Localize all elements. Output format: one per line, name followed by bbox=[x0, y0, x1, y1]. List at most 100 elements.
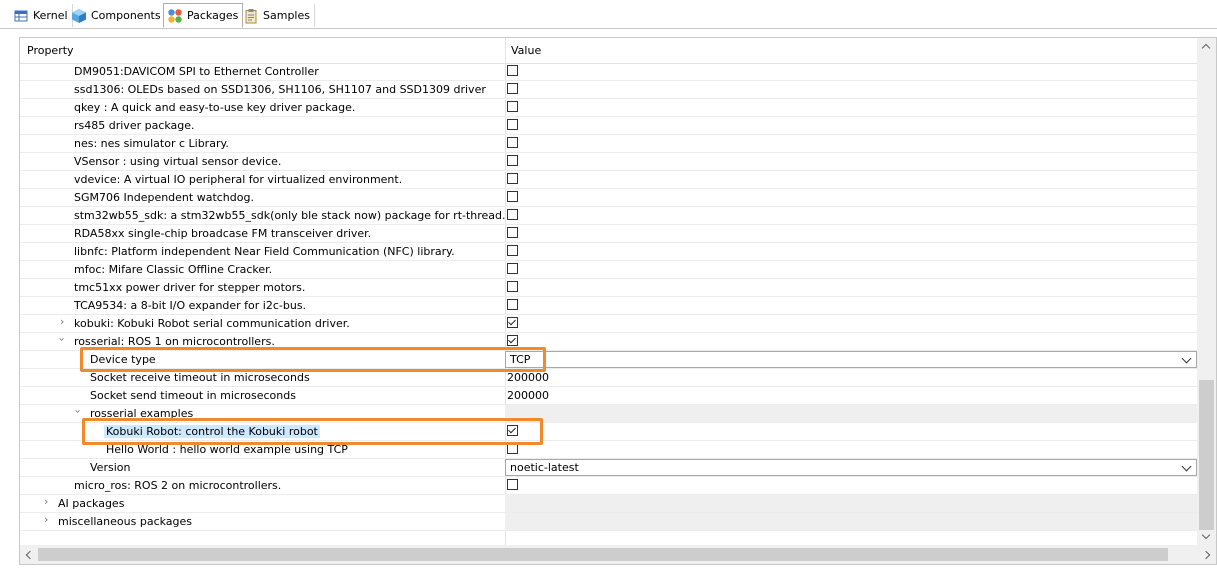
table-row-kobuki-robot-example[interactable]: Kobuki Robot: control the Kobuki robot bbox=[20, 423, 1197, 441]
row-label: AI packages bbox=[58, 497, 125, 510]
value-text[interactable]: 200000 bbox=[507, 371, 549, 384]
scroll-left-button[interactable] bbox=[20, 545, 37, 564]
table-row-miscellaneous[interactable]: › miscellaneous packages bbox=[20, 513, 1197, 531]
tab-kernel-label: Kernel bbox=[33, 9, 68, 22]
row-label: TCA9534: a 8-bit I/O expander for i2c-bu… bbox=[74, 299, 307, 312]
dropdown-value: noetic-latest bbox=[510, 461, 579, 474]
row-label: Hello World : hello world example using … bbox=[106, 443, 348, 456]
row-label: micro_ros: ROS 2 on microcontrollers. bbox=[74, 479, 282, 492]
chevron-left-icon bbox=[25, 550, 35, 560]
checkbox[interactable] bbox=[507, 245, 518, 256]
table-row-rosserial[interactable]: › rosserial: ROS 1 on microcontrollers. bbox=[20, 333, 1197, 351]
table-row[interactable]: RDA58xx single-chip broadcase FM transce… bbox=[20, 225, 1197, 243]
checkbox[interactable] bbox=[507, 335, 518, 346]
value-text[interactable]: 200000 bbox=[507, 389, 549, 402]
tab-components[interactable]: Components bbox=[68, 4, 166, 27]
editor-tab-bar: Kernel Components Packages Samples bbox=[0, 0, 1217, 29]
table-row[interactable]: ssd1306: OLEDs based on SSD1306, SH1106,… bbox=[20, 81, 1197, 99]
row-label: RDA58xx single-chip broadcase FM transce… bbox=[74, 227, 372, 240]
row-label: Version bbox=[90, 461, 131, 474]
cube-icon bbox=[71, 8, 87, 24]
row-label: ssd1306: OLEDs based on SSD1306, SH1106,… bbox=[74, 83, 486, 96]
table-row[interactable]: SGM706 Independent watchdog. bbox=[20, 189, 1197, 207]
row-label: Device type bbox=[90, 353, 156, 366]
tab-kernel[interactable]: Kernel bbox=[10, 4, 73, 27]
checkbox[interactable] bbox=[507, 191, 518, 202]
row-label: kobuki: Kobuki Robot serial communicatio… bbox=[74, 317, 350, 330]
table-row[interactable]: TCA9534: a 8-bit I/O expander for i2c-bu… bbox=[20, 297, 1197, 315]
row-label: Socket receive timeout in microseconds bbox=[90, 371, 310, 384]
row-label-wrap: Kobuki Robot: control the Kobuki robot bbox=[104, 425, 320, 438]
table-row[interactable]: qkey : A quick and easy-to-use key drive… bbox=[20, 99, 1197, 117]
checkbox[interactable] bbox=[507, 443, 518, 454]
chevron-down-icon bbox=[1181, 353, 1192, 364]
table-row[interactable]: vdevice: A virtual IO peripheral for vir… bbox=[20, 171, 1197, 189]
checkbox[interactable] bbox=[507, 155, 518, 166]
tab-components-label: Components bbox=[91, 9, 161, 22]
scroll-right-button[interactable] bbox=[1199, 545, 1216, 564]
row-label: libnfc: Platform independent Near Field … bbox=[74, 245, 455, 258]
table-row[interactable]: nes: nes simulator c Library. bbox=[20, 135, 1197, 153]
table-row[interactable]: mfoc: Mifare Classic Offline Cracker. bbox=[20, 261, 1197, 279]
checkbox[interactable] bbox=[507, 119, 518, 130]
checkbox[interactable] bbox=[507, 317, 518, 328]
scroll-down-button[interactable] bbox=[1197, 529, 1216, 546]
row-label: vdevice: A virtual IO peripheral for vir… bbox=[74, 173, 403, 186]
horizontal-scrollbar[interactable] bbox=[20, 545, 1216, 564]
checkbox[interactable] bbox=[507, 227, 518, 238]
checkbox[interactable] bbox=[507, 425, 518, 436]
vertical-scroll-thumb[interactable] bbox=[1199, 380, 1214, 530]
expand-chevron-icon[interactable]: › bbox=[44, 513, 48, 526]
row-label: rosserial: ROS 1 on microcontrollers. bbox=[74, 335, 275, 348]
row-label: VSensor : using virtual sensor device. bbox=[74, 155, 282, 168]
expand-chevron-icon[interactable]: › bbox=[44, 495, 48, 508]
chevron-up-icon bbox=[1201, 43, 1211, 53]
table-row[interactable]: libnfc: Platform independent Near Field … bbox=[20, 243, 1197, 261]
table-row-device-type[interactable]: Device type TCP bbox=[20, 351, 1197, 369]
expand-chevron-icon[interactable]: › bbox=[60, 315, 64, 328]
collapse-chevron-icon[interactable]: › bbox=[72, 409, 85, 413]
table-row[interactable]: VSensor : using virtual sensor device. bbox=[20, 153, 1197, 171]
checkbox[interactable] bbox=[507, 173, 518, 184]
scroll-up-button[interactable] bbox=[1197, 38, 1216, 55]
tab-samples-label: Samples bbox=[263, 9, 310, 22]
checkbox[interactable] bbox=[507, 299, 518, 310]
table-row[interactable]: Hello World : hello world example using … bbox=[20, 441, 1197, 459]
dropdown-value: TCP bbox=[510, 353, 531, 366]
value-column-header[interactable]: Value bbox=[511, 44, 541, 57]
tab-samples[interactable]: Samples bbox=[240, 4, 315, 27]
row-label: DM9051:DAVICOM SPI to Ethernet Controlle… bbox=[74, 65, 319, 78]
row-label: rosserial examples bbox=[90, 407, 194, 420]
checkbox[interactable] bbox=[507, 101, 518, 112]
tab-packages-label: Packages bbox=[187, 9, 239, 22]
table-row-rosserial-examples[interactable]: › rosserial examples bbox=[20, 405, 1197, 423]
checkbox[interactable] bbox=[507, 263, 518, 274]
table-row-kobuki[interactable]: › kobuki: Kobuki Robot serial communicat… bbox=[20, 315, 1197, 333]
table-row[interactable]: tmc51xx power driver for stepper motors. bbox=[20, 279, 1197, 297]
chevron-down-icon bbox=[1181, 461, 1192, 472]
table-row[interactable]: stm32wb55_sdk: a stm32wb55_sdk(only ble … bbox=[20, 207, 1197, 225]
row-label: tmc51xx power driver for stepper motors. bbox=[74, 281, 306, 294]
checkbox[interactable] bbox=[507, 209, 518, 220]
table-row[interactable]: micro_ros: ROS 2 on microcontrollers. bbox=[20, 477, 1197, 495]
checkbox[interactable] bbox=[507, 479, 518, 490]
horizontal-scroll-thumb[interactable] bbox=[38, 548, 1168, 561]
table-row[interactable]: Socket send timeout in microseconds 2000… bbox=[20, 387, 1197, 405]
checkbox[interactable] bbox=[507, 65, 518, 76]
checkbox[interactable] bbox=[507, 83, 518, 94]
table-row-ai-packages[interactable]: › AI packages bbox=[20, 495, 1197, 513]
checkbox[interactable] bbox=[507, 281, 518, 292]
table-row[interactable]: rs485 driver package. bbox=[20, 117, 1197, 135]
device-type-dropdown[interactable]: TCP bbox=[505, 351, 1197, 368]
table-row-version[interactable]: Version noetic-latest bbox=[20, 459, 1197, 477]
checkbox[interactable] bbox=[507, 137, 518, 148]
clipboard-icon bbox=[243, 8, 259, 24]
vertical-scrollbar[interactable] bbox=[1197, 38, 1216, 546]
row-label: SGM706 Independent watchdog. bbox=[74, 191, 254, 204]
version-dropdown[interactable]: noetic-latest bbox=[505, 459, 1197, 476]
table-row[interactable]: DM9051:DAVICOM SPI to Ethernet Controlle… bbox=[20, 63, 1197, 81]
collapse-chevron-icon[interactable]: › bbox=[56, 337, 69, 341]
table-row[interactable]: Socket receive timeout in microseconds 2… bbox=[20, 369, 1197, 387]
tab-packages[interactable]: Packages bbox=[163, 3, 244, 28]
property-column-header[interactable]: Property bbox=[27, 44, 74, 57]
